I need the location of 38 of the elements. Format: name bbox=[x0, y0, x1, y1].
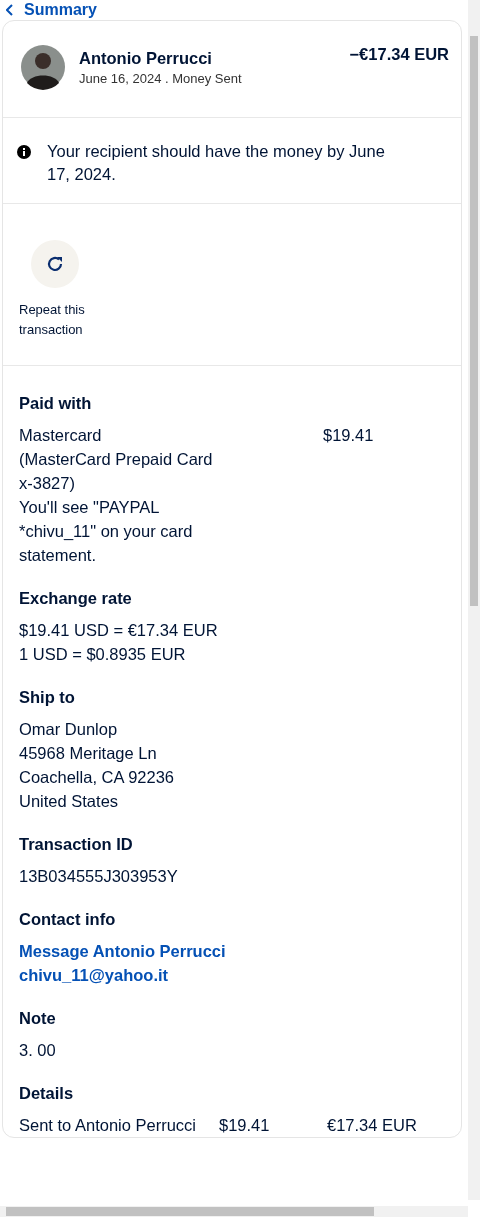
section-title: Contact info bbox=[19, 910, 117, 929]
section-title: Note bbox=[19, 1009, 57, 1028]
recipient-name: Antonio Perrucci bbox=[79, 48, 213, 68]
payment-amount: $19.41 bbox=[323, 425, 374, 446]
detail-text: 3. 00 bbox=[19, 1040, 57, 1061]
section-title: Ship to bbox=[19, 688, 76, 707]
detail-text: $19.41 USD = €17.34 EUR bbox=[19, 620, 219, 641]
section-title: Paid with bbox=[19, 394, 93, 413]
detail-text: Coachella, CA 92236 bbox=[19, 767, 176, 788]
usd-amount: $19.41 bbox=[219, 1115, 271, 1136]
summary-link[interactable]: Summary bbox=[2, 0, 462, 20]
payment-detail: Mastercard bbox=[19, 425, 103, 446]
section-title: Transaction ID bbox=[19, 835, 134, 854]
transaction-amount: −€17.34 EUR bbox=[349, 44, 449, 64]
delivery-notice: Your recipient should have the money by June 17, 2024. bbox=[47, 141, 386, 185]
scrollbar-thumb[interactable] bbox=[6, 1207, 374, 1216]
detail-text: 45968 Meritage Ln bbox=[19, 743, 158, 764]
refresh-icon bbox=[45, 254, 65, 274]
section-title: Exchange rate bbox=[19, 589, 133, 608]
repeat-transaction-button[interactable]: Repeat this transaction bbox=[19, 240, 109, 340]
payment-detail: You'll see "PAYPAL *chivu_11" on your card statement. bbox=[19, 497, 194, 566]
horizontal-scrollbar[interactable] bbox=[0, 1206, 468, 1217]
detail-text: United States bbox=[19, 791, 120, 812]
scrollbar-thumb[interactable] bbox=[470, 36, 478, 606]
avatar bbox=[21, 43, 65, 91]
back-icon bbox=[6, 4, 14, 16]
vertical-scrollbar[interactable] bbox=[468, 0, 480, 1200]
info-icon bbox=[17, 145, 31, 159]
detail-text: 1 USD = $0.8935 EUR bbox=[19, 644, 187, 665]
section-title: Details bbox=[19, 1084, 75, 1103]
payment-detail: (MasterCard Prepaid Card x-3827) bbox=[19, 449, 214, 494]
transaction-subtitle: June 16, 2024 . Money Sent bbox=[79, 70, 242, 86]
contact-link[interactable]: chivu_11@yahoo.it bbox=[19, 963, 445, 987]
eur-amount: €17.34 EUR bbox=[327, 1115, 418, 1136]
detail-text: 13B034555J303953Y bbox=[19, 866, 179, 887]
detail-label: Sent to Antonio Perrucci bbox=[19, 1115, 198, 1136]
detail-text: Omar Dunlop bbox=[19, 719, 119, 740]
contact-link[interactable]: Message Antonio Perrucci bbox=[19, 939, 445, 963]
